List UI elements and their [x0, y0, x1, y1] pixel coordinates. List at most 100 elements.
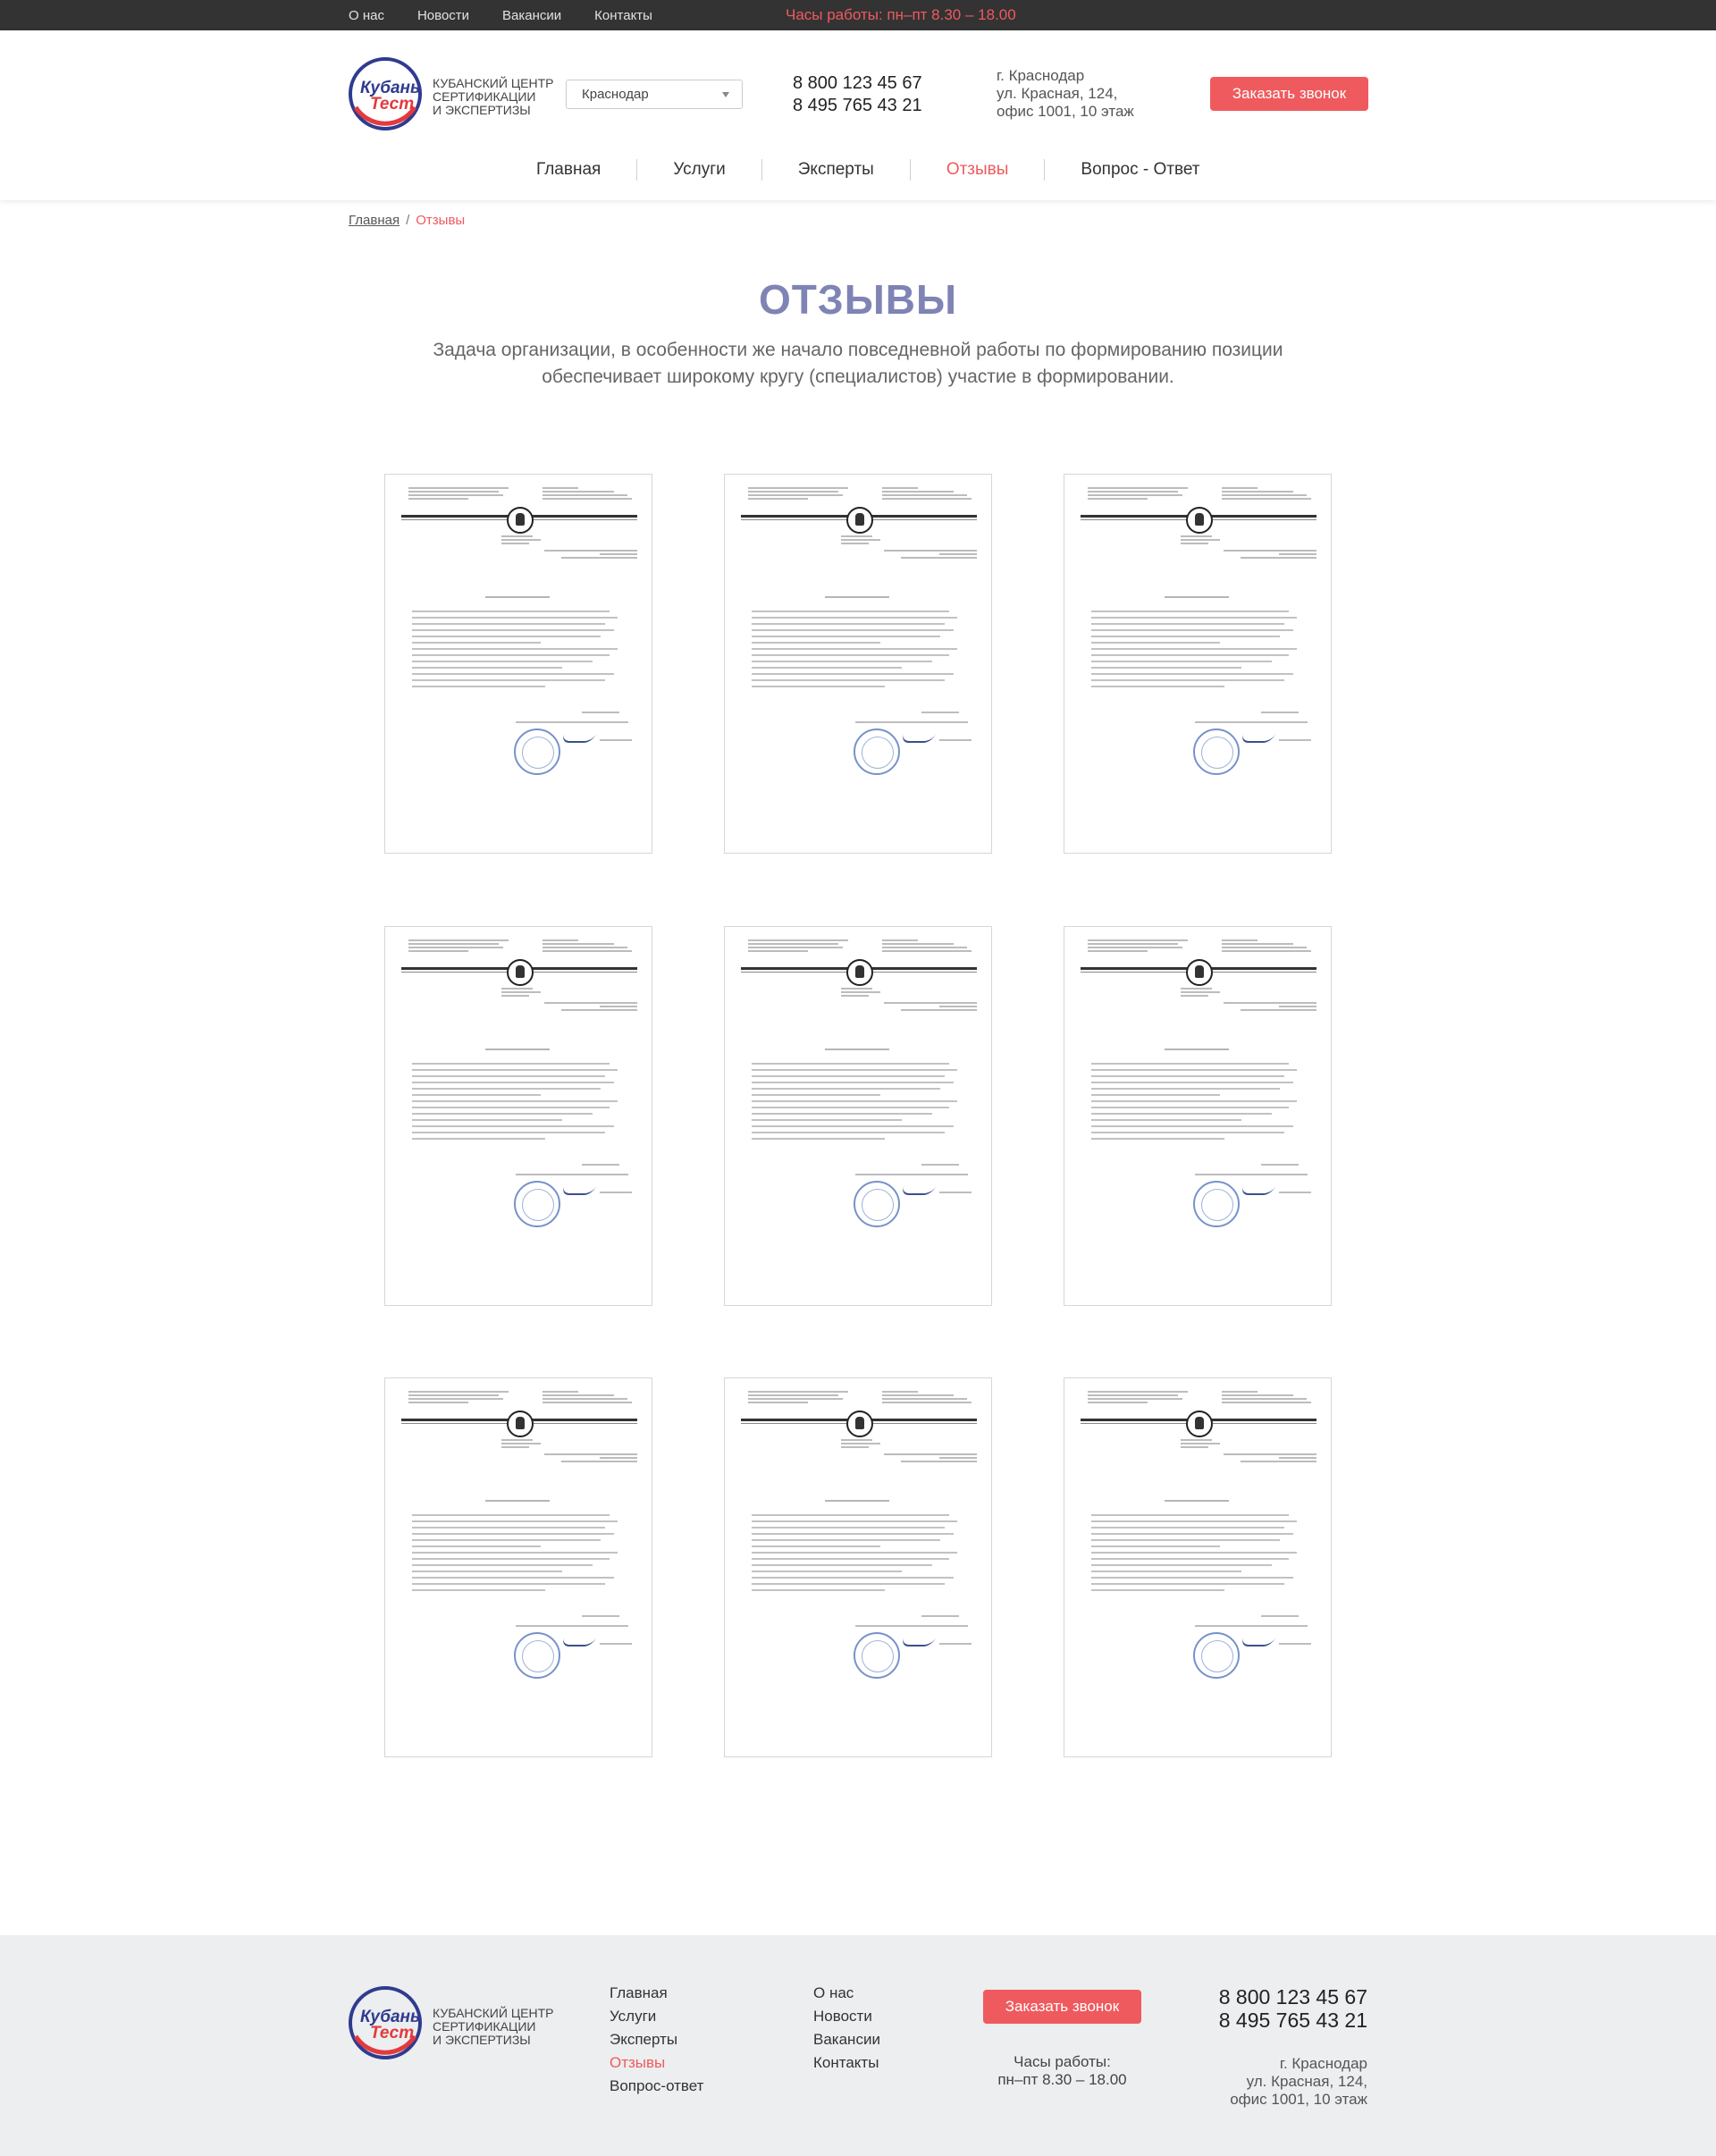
letter-title — [825, 1500, 889, 1502]
footer-link-about[interactable]: О нас — [813, 1982, 880, 2005]
top-nav-about-link[interactable]: О нас — [349, 8, 384, 23]
review-letter[interactable] — [384, 926, 652, 1306]
footer-link-experts[interactable]: Эксперты — [610, 2028, 703, 2051]
letter-body — [1091, 1063, 1306, 1144]
letter-signer-name — [1279, 739, 1311, 741]
letter-header-right — [882, 487, 972, 507]
footer-link-reviews[interactable]: Отзывы — [610, 2051, 703, 2075]
review-letter[interactable] — [1064, 474, 1332, 854]
letter-recipient — [884, 1002, 977, 1013]
main-nav-experts[interactable]: Эксперты — [761, 159, 910, 181]
reviews-grid — [384, 474, 1332, 1757]
signature-icon — [1239, 1186, 1276, 1195]
review-letter[interactable] — [724, 1377, 992, 1757]
letter-signer-name — [939, 1192, 972, 1193]
main-nav-services[interactable]: Услуги — [636, 159, 761, 181]
letter-header-left — [1088, 487, 1188, 507]
letter-signature-caption — [855, 1625, 968, 1627]
letter-signer-name — [1279, 1643, 1311, 1645]
review-letter[interactable] — [384, 1377, 652, 1757]
letter-signature-caption — [582, 1615, 619, 1617]
letter-header-left — [408, 487, 509, 507]
logo-caption: Кубанский центр сертификации и экспертиз… — [433, 77, 554, 117]
logo-image[interactable]: Кубань Тест — [347, 55, 424, 132]
letter-header-left — [1088, 1391, 1188, 1411]
letter-title — [1165, 1049, 1229, 1050]
letter-recipient — [884, 1453, 977, 1464]
letter-header-left — [1088, 939, 1188, 959]
main-nav-reviews[interactable]: Отзывы — [909, 159, 1045, 181]
signature-icon — [899, 1638, 937, 1646]
review-letter[interactable] — [1064, 926, 1332, 1306]
letter-signature-caption — [921, 1615, 959, 1617]
letter-signer-name — [939, 739, 972, 741]
review-letter[interactable] — [384, 474, 652, 854]
signature-icon — [559, 1638, 597, 1646]
city-select[interactable]: Краснодар — [566, 80, 743, 109]
footer-link-services[interactable]: Услуги — [610, 2005, 703, 2028]
address-line: офис 1001, 10 этаж — [997, 103, 1134, 120]
stamp-icon — [514, 728, 560, 775]
letter-recipient — [1224, 1002, 1316, 1013]
letter-header-left — [408, 939, 509, 959]
letter-company-name — [1181, 988, 1220, 998]
footer-order-call-button[interactable]: Заказать звонок — [983, 1990, 1141, 2024]
page-subtitle: Задача организации, в особенности же нач… — [433, 340, 1283, 387]
footer-hours: Часы работы: пн–пт 8.30 – 18.00 — [983, 2053, 1141, 2089]
footer-phone-link[interactable]: 8 495 765 43 21 — [1219, 2009, 1367, 2032]
footer-link-home[interactable]: Главная — [610, 1982, 703, 2005]
letter-signature-caption — [1195, 721, 1308, 723]
stamp-icon — [854, 1181, 900, 1227]
main-nav-faq[interactable]: Вопрос - Ответ — [1044, 159, 1235, 181]
footer-address-line: г. Краснодар — [1279, 2055, 1367, 2072]
main-nav-home[interactable]: Главная — [500, 159, 636, 181]
review-letter[interactable] — [1064, 1377, 1332, 1757]
review-letter[interactable] — [724, 926, 992, 1306]
letter-title — [1165, 596, 1229, 598]
letter-signature-caption — [516, 721, 628, 723]
letter-signer-name — [939, 1643, 972, 1645]
letter-header-right — [882, 939, 972, 959]
footer-link-faq[interactable]: Вопрос-ответ — [610, 2075, 703, 2098]
letter-signature-caption — [516, 1625, 628, 1627]
letter-recipient — [544, 1002, 637, 1013]
footer-link-vacancies[interactable]: Вакансии — [813, 2028, 880, 2051]
phone-link[interactable]: 8 800 123 45 67 — [793, 72, 922, 95]
letter-header-right — [543, 939, 632, 959]
logo-caption-line: и экспертизы — [433, 2033, 531, 2047]
letter-signature-caption — [516, 1174, 628, 1175]
footer-address: г. Краснодар ул. Красная, 124, офис 1001… — [1230, 2055, 1367, 2109]
letter-signature-caption — [855, 721, 968, 723]
company-emblem-icon — [846, 1411, 873, 1437]
footer-logo-image[interactable]: Кубань Тест — [347, 1984, 424, 2061]
letter-signer-name — [600, 1192, 632, 1193]
letter-title — [485, 1049, 550, 1050]
top-bar: О нас Новости Вакансии Контакты Часы раб… — [0, 0, 1716, 30]
order-call-button[interactable]: Заказать звонок — [1210, 77, 1368, 111]
site-footer: Кубань Тест Кубанский центр сертификации… — [0, 1935, 1716, 2156]
company-emblem-icon — [1186, 1411, 1213, 1437]
company-emblem-icon — [846, 507, 873, 534]
company-emblem-icon — [507, 1411, 534, 1437]
breadcrumb-separator: / — [406, 213, 410, 228]
breadcrumb-home-link[interactable]: Главная — [349, 213, 400, 228]
review-letter[interactable] — [724, 474, 992, 854]
letter-recipient — [1224, 1453, 1316, 1464]
stamp-icon — [1193, 1632, 1240, 1679]
footer-phone-link[interactable]: 8 800 123 45 67 — [1219, 1985, 1367, 2009]
top-nav-contacts-link[interactable]: Контакты — [594, 8, 652, 23]
logo-caption-line: Кубанский центр — [433, 2006, 554, 2020]
phone-link[interactable]: 8 495 765 43 21 — [793, 95, 922, 117]
footer-address-line: офис 1001, 10 этаж — [1230, 2091, 1367, 2108]
footer-link-contacts[interactable]: Контакты — [813, 2051, 880, 2075]
stamp-icon — [854, 728, 900, 775]
stamp-icon — [854, 1632, 900, 1679]
signature-icon — [1239, 1638, 1276, 1646]
logo-caption-line: Кубанский центр — [433, 76, 554, 90]
footer-link-news[interactable]: Новости — [813, 2005, 880, 2028]
top-nav-news-link[interactable]: Новости — [417, 8, 469, 23]
letter-body — [412, 1514, 627, 1596]
letter-body — [412, 1063, 627, 1144]
top-nav-vacancies-link[interactable]: Вакансии — [502, 8, 561, 23]
letter-company-name — [501, 1439, 541, 1450]
